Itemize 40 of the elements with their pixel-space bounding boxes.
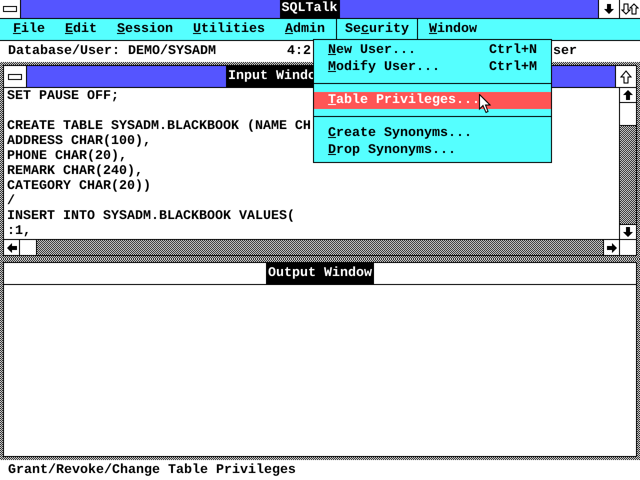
menu-item[interactable]: Session [108,19,182,40]
status-text: Grant/Revoke/Change Table Privileges [8,462,296,478]
output-window-title: Output Window [266,263,374,284]
database-user-label: Database/User: DEMO/SYSADM [8,44,216,59]
code-line: REMARK CHAR(240), [7,164,143,179]
left-arrow-icon [6,242,18,254]
window-title: SQLTalk [280,0,340,18]
menu-item[interactable]: Edit [56,19,106,40]
scroll-down-button[interactable] [620,224,636,239]
maximize-button[interactable] [619,0,640,18]
code-line: SET PAUSE OFF; [7,89,119,104]
code-line: INSERT INTO SYSADM.BLACKBOOK VALUES( [7,209,295,224]
down-arrow-icon [603,3,615,15]
code-line: ADDRESS CHAR(100), [7,134,151,149]
menu-item[interactable]: Admin [276,19,334,40]
scroll-up-button[interactable] [620,88,636,103]
scroll-left-button[interactable] [4,240,20,255]
code-line: CATEGORY CHAR(20)) [7,179,151,194]
up-down-arrows-icon [621,3,639,15]
scroll-right-button[interactable] [603,240,619,255]
menu-item[interactable]: Drop Synonyms... [314,142,551,159]
info-text: 4:2 [286,44,311,59]
info-text: ser [552,44,577,59]
control-menu-icon[interactable] [3,6,17,12]
menu-item[interactable]: Window [420,19,486,40]
code-line: / [7,194,15,209]
down-arrow-icon [622,226,634,238]
mouse-pointer-icon [479,94,491,114]
right-arrow-icon [606,242,618,254]
up-arrow-icon [620,70,632,84]
code-line: :1, [7,224,31,239]
menu-item[interactable]: Create Synonyms... [314,125,551,142]
minimize-button[interactable] [598,0,619,18]
control-menu-icon[interactable] [8,74,22,80]
code-line: PHONE CHAR(20), [7,149,127,164]
menu-item[interactable]: Utilities [184,19,274,40]
menu-item[interactable]: File [4,19,54,40]
up-arrow-icon [622,89,634,101]
code-line: CREATE TABLE SYSADM.BLACKBOOK (NAME CH [7,119,311,134]
menu-item[interactable]: New User... Ctrl+N [314,42,551,59]
